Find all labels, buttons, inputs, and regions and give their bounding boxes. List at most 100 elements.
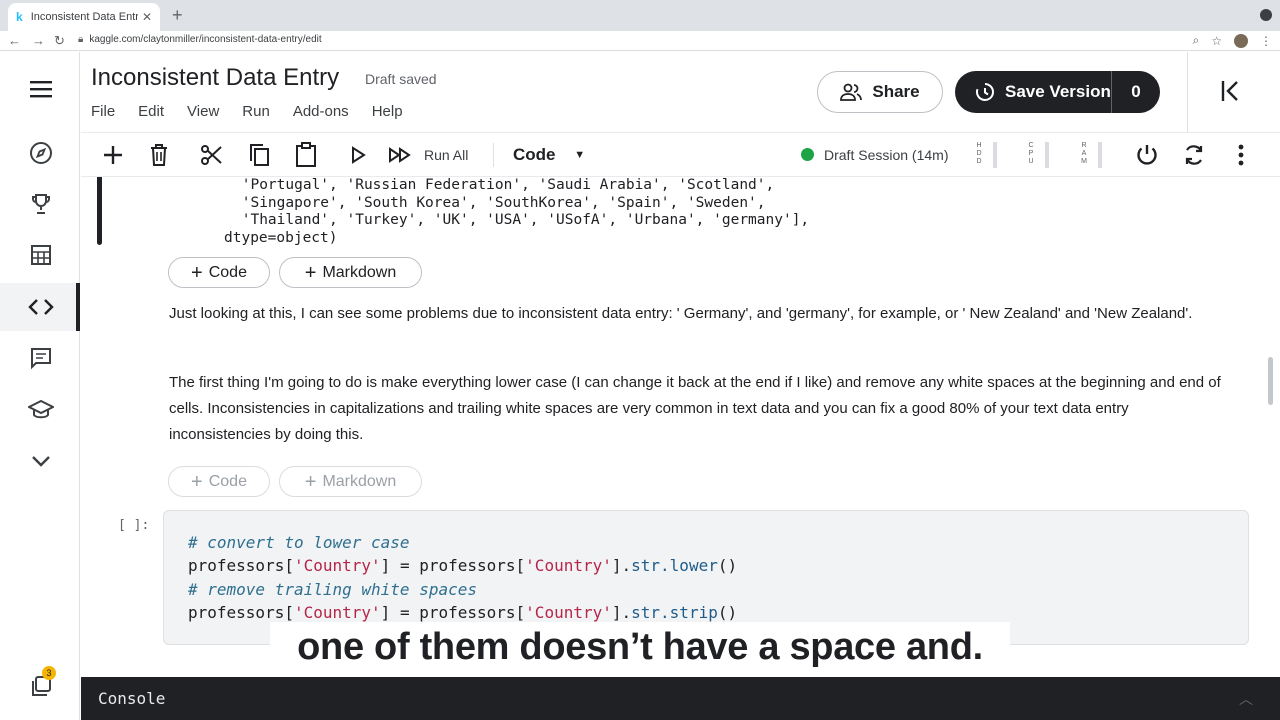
- notebook-content: 'Portugal', 'Russian Federation', 'Saudi…: [81, 177, 1266, 677]
- compass-icon[interactable]: [24, 136, 58, 170]
- window-menu-icon[interactable]: [1260, 9, 1272, 21]
- cell-output: 'Portugal', 'Russian Federation', 'Saudi…: [224, 177, 809, 247]
- add-code-label: Code: [208, 472, 247, 490]
- code-line: professors['Country'] = professors['Coun…: [188, 556, 738, 575]
- menu-view[interactable]: View: [187, 103, 219, 120]
- add-cell-icon[interactable]: [101, 141, 125, 169]
- save-status: Draft saved: [365, 71, 437, 87]
- draft-session-status[interactable]: Draft Session (14m): [824, 147, 948, 163]
- scrollbar-track[interactable]: [1266, 177, 1280, 677]
- share-button[interactable]: Share: [817, 71, 943, 113]
- paste-clipboard-icon[interactable]: [293, 141, 319, 169]
- lock-icon: 🔒︎: [78, 34, 84, 45]
- cpu-meter-bar: [1045, 142, 1049, 168]
- browser-tab-bar: k Inconsistent Data Entry | Kaggle ✕ +: [0, 0, 1280, 31]
- menu-add-ons[interactable]: Add-ons: [293, 103, 349, 120]
- collapse-panel-icon[interactable]: [1219, 78, 1243, 109]
- plus-icon: +: [304, 470, 317, 493]
- cut-scissors-icon[interactable]: [199, 141, 225, 169]
- trophy-icon[interactable]: [24, 187, 58, 221]
- hamburger-menu-icon[interactable]: [24, 72, 58, 106]
- history-clock-icon: [976, 83, 994, 101]
- chevron-down-icon: ▼: [574, 149, 586, 161]
- add-code-label: Code: [208, 263, 247, 281]
- close-tab-icon[interactable]: ✕: [142, 10, 152, 24]
- hdd-meter-label: HDD: [976, 142, 982, 165]
- profile-avatar[interactable]: [1234, 33, 1248, 48]
- code-icon[interactable]: [24, 290, 58, 324]
- cell-type-value: Code: [513, 145, 556, 164]
- session-status-dot: [801, 148, 814, 161]
- save-version-button[interactable]: Save Version 0: [955, 71, 1160, 113]
- add-markdown-cell-button[interactable]: + Markdown: [279, 257, 422, 288]
- plus-icon: +: [191, 261, 203, 284]
- copy-icon[interactable]: [246, 141, 272, 169]
- video-caption: one of them doesn’t have a space and.: [270, 622, 1010, 678]
- browser-menu-icon[interactable]: ⋮: [1260, 34, 1272, 48]
- run-cell-play-icon[interactable]: [347, 141, 369, 169]
- reload-icon[interactable]: ↻: [54, 33, 65, 49]
- scrollbar-thumb[interactable]: [1268, 357, 1273, 405]
- delete-trash-icon[interactable]: [147, 141, 171, 169]
- left-sidebar: 3: [0, 52, 80, 720]
- add-markdown-cell-button[interactable]: + Markdown: [279, 466, 422, 497]
- code-comment: # remove trailing white spaces: [188, 580, 477, 599]
- notebook-title[interactable]: Inconsistent Data Entry: [91, 64, 339, 92]
- more-options-icon[interactable]: [1231, 141, 1251, 169]
- code-comment: # convert to lower case: [188, 533, 410, 552]
- markdown-cell[interactable]: The first thing I'm going to do is make …: [169, 370, 1229, 448]
- code-nav-active-indicator: [76, 283, 80, 331]
- menu-file[interactable]: File: [91, 103, 115, 120]
- menu-edit[interactable]: Edit: [138, 103, 164, 120]
- tab-title: Inconsistent Data Entry | Kaggle: [30, 11, 138, 23]
- url-text: kaggle.com/claytonmiller/inconsistent-da…: [89, 34, 322, 45]
- notebook-toolbar: Run All Code ▼ Draft Session (14m) HDD C…: [81, 132, 1280, 177]
- ram-meter-bar: [1098, 142, 1102, 168]
- output-line: 'Singapore', 'South Korea', 'SouthKorea'…: [233, 194, 766, 211]
- new-tab-icon[interactable]: +: [172, 6, 183, 24]
- share-label: Share: [872, 82, 920, 101]
- discussion-icon[interactable]: [24, 341, 58, 375]
- learn-graduation-cap-icon[interactable]: [24, 393, 58, 427]
- kaggle-favicon-icon: k: [16, 10, 23, 24]
- zoom-icon[interactable]: ⌕: [1193, 33, 1200, 48]
- menu-help[interactable]: Help: [372, 103, 403, 120]
- table-icon[interactable]: [24, 238, 58, 272]
- menu-run[interactable]: Run: [242, 103, 270, 120]
- hdd-meter-bar: [993, 142, 997, 168]
- forward-icon[interactable]: →: [32, 33, 45, 48]
- power-icon[interactable]: [1134, 141, 1160, 169]
- back-icon[interactable]: ←: [8, 33, 21, 48]
- bookmark-star-icon[interactable]: ☆: [1211, 34, 1222, 48]
- markdown-cell[interactable]: Just looking at this, I can see some pro…: [169, 301, 1229, 327]
- run-all-button[interactable]: Run All: [424, 147, 468, 163]
- plus-icon: +: [304, 261, 317, 284]
- people-icon: [840, 83, 863, 101]
- url-field[interactable]: 🔒︎ kaggle.com/claytonmiller/inconsistent-…: [78, 34, 322, 45]
- address-bar: ← → ↻ 🔒︎ kaggle.com/claytonmiller/inconsi…: [0, 31, 1280, 51]
- code-line: professors['Country'] = professors['Coun…: [188, 603, 738, 622]
- save-version-count: 0: [1131, 82, 1141, 101]
- header-divider: [1187, 52, 1188, 132]
- add-markdown-label: Markdown: [322, 263, 397, 281]
- browser-tab[interactable]: k Inconsistent Data Entry | Kaggle ✕: [8, 3, 160, 31]
- chevron-up-icon[interactable]: ︿: [1239, 689, 1253, 709]
- restart-refresh-icon[interactable]: [1181, 141, 1207, 169]
- add-markdown-label: Markdown: [322, 472, 397, 490]
- ram-meter-label: RAM: [1081, 142, 1087, 165]
- plus-icon: +: [191, 470, 203, 493]
- cell-type-select[interactable]: Code ▼: [513, 145, 585, 165]
- cpu-meter-label: CPU: [1028, 142, 1034, 165]
- notification-badge: 3: [42, 666, 56, 680]
- console-panel[interactable]: Console ︿: [81, 677, 1280, 720]
- more-chevron-down-icon[interactable]: [24, 444, 58, 478]
- output-line: 'Portugal', 'Russian Federation', 'Saudi…: [233, 177, 775, 193]
- output-line: 'Thailand', 'Turkey', 'UK', 'USA', 'USof…: [233, 212, 810, 228]
- add-code-cell-button[interactable]: + Code: [168, 466, 270, 497]
- menu-bar: File Edit View Run Add-ons Help: [91, 103, 426, 120]
- add-code-cell-button[interactable]: + Code: [168, 257, 270, 288]
- run-all-fast-forward-icon[interactable]: [387, 141, 413, 169]
- toolbar-divider: [493, 143, 494, 167]
- console-label: Console: [98, 689, 166, 708]
- output-line: dtype=object): [224, 229, 338, 246]
